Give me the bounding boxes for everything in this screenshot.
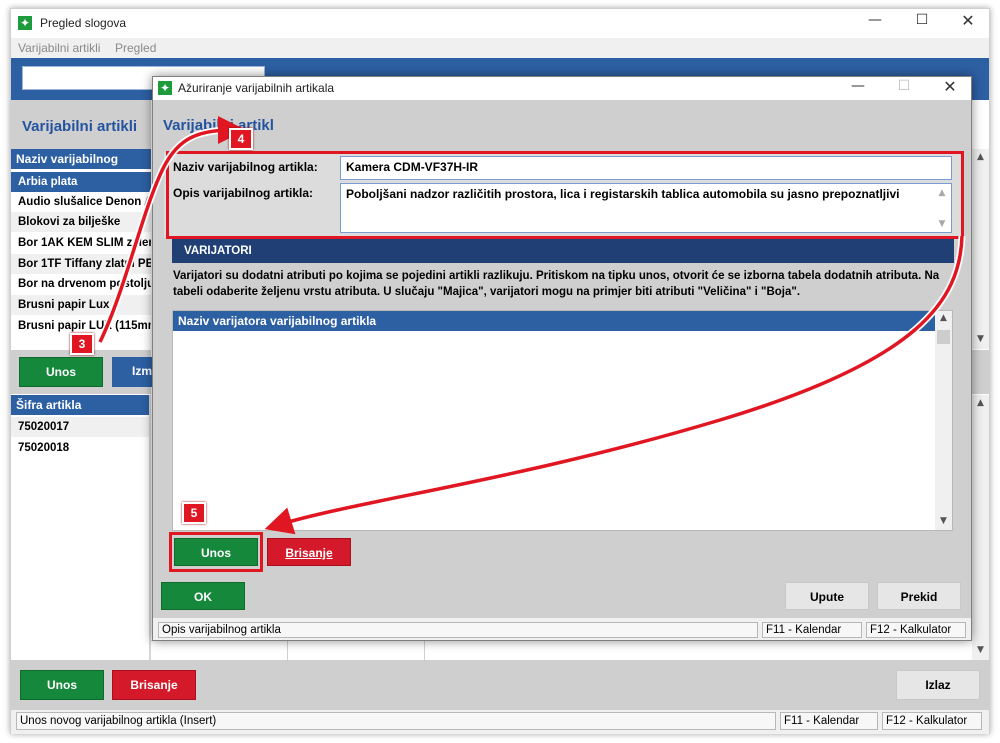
arrow-fields-to-unos bbox=[276, 235, 966, 529]
badge-step-5: 5 bbox=[182, 502, 206, 524]
badge-step-3: 3 bbox=[70, 333, 94, 355]
badge-step-4: 4 bbox=[229, 128, 253, 150]
annotation-arrows bbox=[96, 116, 966, 535]
